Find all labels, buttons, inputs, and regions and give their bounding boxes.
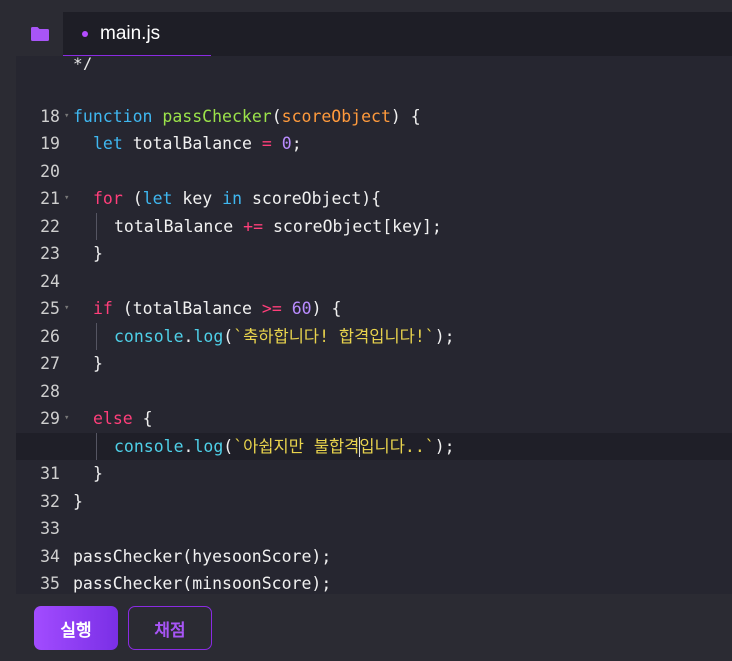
- code-editor[interactable]: */ 18 19 ▾ function passChecker(scoreObj…: [16, 56, 732, 594]
- tab-main-js[interactable]: main.js: [63, 12, 211, 56]
- code-line[interactable]: 32 }: [16, 460, 732, 511]
- code-line[interactable]: 18: [16, 75, 732, 126]
- code-text: }: [73, 491, 83, 511]
- code-line-active[interactable]: 31 console.log(`아쉽지만 불합격입니다..`);: [16, 432, 732, 483]
- unsaved-dot-icon: [82, 30, 88, 37]
- code-line[interactable]: 22 ▾ for (let key in scoreObject){: [16, 185, 732, 236]
- code-text: let totalBalance = 0;: [93, 134, 302, 153]
- indent-guide: [96, 432, 97, 460]
- fold-arrow-icon[interactable]: ▾: [64, 405, 69, 433]
- fold-arrow-icon[interactable]: ▾: [64, 185, 69, 213]
- grade-button[interactable]: 채점: [128, 606, 212, 650]
- code-line[interactable]: 28 }: [16, 350, 732, 401]
- code-text: else {: [93, 409, 153, 428]
- run-button[interactable]: 실행: [34, 606, 118, 650]
- code-line[interactable]: 23 totalBalance += scoreObject[key];: [16, 212, 732, 263]
- file-explorer-tab[interactable]: [16, 12, 63, 56]
- action-bar: 실행 채점: [16, 594, 732, 661]
- code-line[interactable]: 30 ▾ else {: [16, 405, 732, 456]
- code-text: function passChecker(scoreObject) {: [73, 106, 421, 126]
- code-text: passChecker(minsoonScore);: [73, 574, 332, 593]
- code-text: console.log(`아쉽지만 불합격입니다..`);: [114, 436, 455, 457]
- code-text: }: [93, 244, 103, 263]
- tab-label: main.js: [100, 22, 161, 44]
- code-line-17-partial: */: [73, 56, 93, 70]
- code-line[interactable]: 24 }: [16, 240, 732, 291]
- code-line[interactable]: 33 }: [16, 488, 732, 539]
- code-line[interactable]: 29: [16, 378, 732, 428]
- code-line[interactable]: 21: [16, 158, 732, 208]
- fold-arrow-icon[interactable]: ▾: [64, 295, 69, 323]
- code-line[interactable]: 36 passChecker(minsoonScore);: [16, 570, 732, 594]
- code-text: }: [93, 354, 103, 373]
- code-line[interactable]: 25: [16, 268, 732, 318]
- fold-arrow-icon[interactable]: ▾: [64, 103, 69, 131]
- code-text: for (let key in scoreObject){: [93, 189, 382, 208]
- folder-icon: [30, 27, 49, 41]
- tab-bar: main.js: [16, 12, 732, 56]
- indent-guide: [96, 212, 97, 240]
- code-line[interactable]: 34: [16, 515, 732, 566]
- code-text: }: [93, 464, 103, 483]
- code-line[interactable]: 27 console.log(`축하합니다! 합격입니다!`);: [16, 322, 732, 373]
- code-line[interactable]: 19 ▾ function passChecker(scoreObject) {: [16, 103, 732, 154]
- code-text: totalBalance += scoreObject[key];: [114, 216, 442, 236]
- indent-guide: [96, 322, 97, 350]
- code-text: passChecker(hyesoonScore);: [73, 546, 332, 566]
- code-line[interactable]: 20 let totalBalance = 0;: [16, 130, 732, 181]
- code-text: if (totalBalance >= 60) {: [93, 299, 342, 318]
- code-line[interactable]: 35 passChecker(hyesoonScore);: [16, 543, 732, 594]
- code-text: console.log(`축하합니다! 합격입니다!`);: [114, 326, 455, 346]
- code-line[interactable]: 26 ▾ if (totalBalance >= 60) {: [16, 295, 732, 346]
